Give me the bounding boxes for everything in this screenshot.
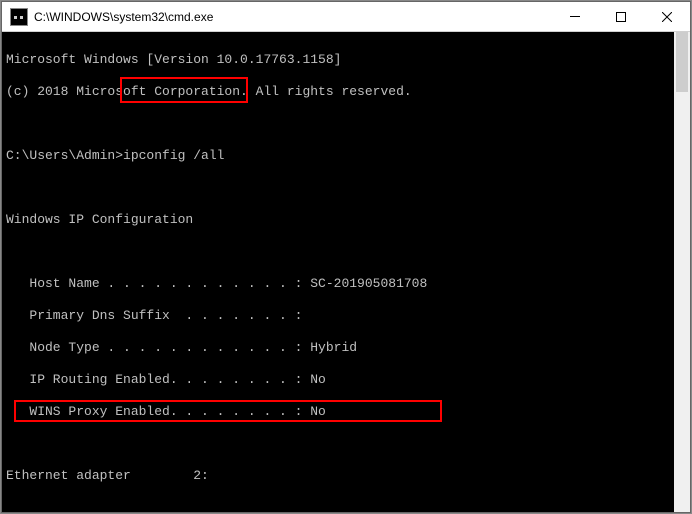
adapter-header: Ethernet adapter 2:: [6, 468, 690, 484]
terminal-output[interactable]: Microsoft Windows [Version 10.0.17763.11…: [2, 32, 690, 512]
banner-line: Microsoft Windows [Version 10.0.17763.11…: [6, 52, 690, 68]
prompt: C:\Users\Admin>: [6, 148, 123, 163]
ip-routing-line: IP Routing Enabled. . . . . . . . : No: [6, 372, 690, 388]
section-title: Windows IP Configuration: [6, 212, 690, 228]
blank-line: [6, 436, 690, 452]
titlebar[interactable]: C:\WINDOWS\system32\cmd.exe: [2, 2, 690, 32]
blank-line: [6, 500, 690, 512]
prompt-line: C:\Users\Admin>ipconfig /all: [6, 148, 690, 164]
blank-line: [6, 244, 690, 260]
node-type-line: Node Type . . . . . . . . . . . . : Hybr…: [6, 340, 690, 356]
minimize-button[interactable]: [552, 2, 598, 31]
scrollbar-track[interactable]: [674, 32, 690, 512]
blank-line: [6, 180, 690, 196]
host-name-line: Host Name . . . . . . . . . . . . : SC-2…: [6, 276, 690, 292]
blank-line: [6, 116, 690, 132]
cmd-icon: [10, 8, 28, 26]
cmd-window: C:\WINDOWS\system32\cmd.exe Microsoft Wi…: [1, 1, 691, 513]
wins-proxy-line: WINS Proxy Enabled. . . . . . . . : No: [6, 404, 690, 420]
window-title: C:\WINDOWS\system32\cmd.exe: [34, 10, 552, 24]
vertical-scrollbar[interactable]: [674, 32, 690, 512]
window-controls: [552, 2, 690, 31]
copyright-line: (c) 2018 Microsoft Corporation. All righ…: [6, 84, 690, 100]
scrollbar-thumb[interactable]: [676, 32, 688, 92]
close-button[interactable]: [644, 2, 690, 31]
primary-dns-line: Primary Dns Suffix . . . . . . . :: [6, 308, 690, 324]
typed-command: ipconfig /all: [123, 148, 224, 163]
maximize-button[interactable]: [598, 2, 644, 31]
